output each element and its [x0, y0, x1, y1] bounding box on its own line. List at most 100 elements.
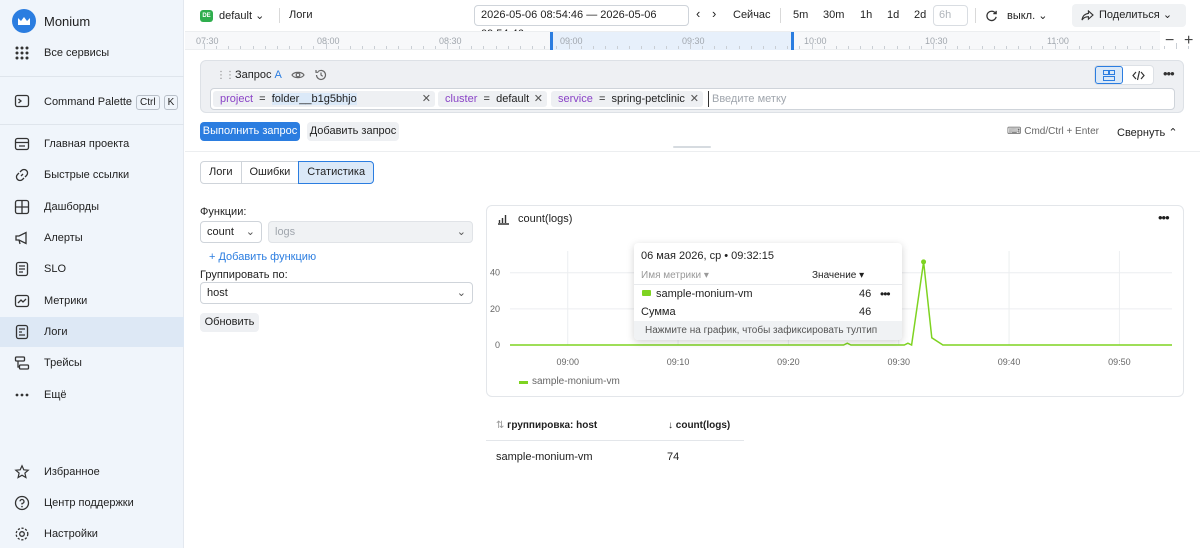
range-30m-button[interactable]: 30m: [823, 9, 844, 21]
chart-window-icon: [14, 294, 30, 308]
sidebar-item-favorites[interactable]: Избранное: [0, 457, 184, 487]
timeline-tick: [896, 46, 898, 49]
share-arrow-icon: [1081, 10, 1094, 21]
timeline-ruler[interactable]: 07:30 08:00 08:30 09:00 09:30 10:00 10:3…: [185, 31, 1190, 50]
brand-name: Monium: [44, 14, 91, 29]
sidebar-item-all-services[interactable]: Все сервисы: [0, 38, 184, 68]
group-by-select[interactable]: host ⌄: [200, 282, 473, 304]
environment-badge: DE: [200, 10, 213, 22]
zoom-in-icon[interactable]: +: [1184, 32, 1193, 50]
label-filter-bar[interactable]: project = folder__b1g5bhjo ✕ cluster = d…: [210, 88, 1175, 110]
sidebar-item-more[interactable]: Ещё: [0, 380, 184, 410]
tooltip-col-value[interactable]: Значение ▾: [812, 270, 864, 281]
more-icon[interactable]: •••: [880, 287, 891, 301]
close-icon[interactable]: ✕: [690, 91, 699, 107]
query-view-toggle: [1094, 65, 1154, 85]
more-icon[interactable]: •••: [1163, 66, 1175, 81]
sidebar-item-traces[interactable]: Трейсы: [0, 348, 184, 378]
close-icon[interactable]: ✕: [422, 91, 431, 107]
divider: [780, 8, 781, 23]
chevron-left-icon[interactable]: ‹: [696, 6, 700, 21]
code-icon[interactable]: [1132, 70, 1145, 81]
sidebar-item-label: Логи: [44, 326, 68, 338]
label-input[interactable]: Введите метку: [708, 91, 786, 107]
close-icon[interactable]: ✕: [534, 91, 543, 107]
sidebar-item-project-home[interactable]: Главная проекта: [0, 129, 184, 159]
sidebar-item-logs[interactable]: Логи: [0, 317, 184, 347]
sidebar-item-command-palette[interactable]: Command Palette Ctrl K: [0, 86, 184, 116]
help-circle-icon: [14, 495, 30, 511]
filter-chip[interactable]: cluster = default ✕: [438, 91, 547, 107]
function-select[interactable]: count ⌄: [200, 221, 262, 243]
timeline-tick: [847, 46, 849, 49]
sidebar-item-quick-links[interactable]: Быстрые ссылки: [0, 160, 184, 190]
eye-icon[interactable]: [291, 68, 305, 82]
timeline-tick: [228, 46, 230, 49]
refresh-icon[interactable]: [985, 9, 998, 22]
now-button[interactable]: Сейчас: [733, 9, 771, 21]
timeline-tick: [1115, 46, 1117, 49]
logs-icon: [15, 324, 29, 340]
timeline-tick: [993, 46, 995, 49]
sidebar-item-metrics[interactable]: Метрики: [0, 286, 184, 316]
tooltip-sum-value: 46: [859, 306, 872, 318]
table-header-group[interactable]: ⇅ группировка: host: [496, 420, 597, 431]
auto-refresh-select[interactable]: выкл. ⌄: [1007, 9, 1047, 22]
share-button[interactable]: Поделиться ⌄: [1072, 4, 1186, 27]
sort-icon: ⇅: [496, 420, 505, 431]
divider: [486, 440, 744, 441]
timeline-tick: [1103, 46, 1105, 49]
filter-chip[interactable]: project = folder__b1g5bhjo ✕: [213, 91, 435, 107]
collapse-button[interactable]: Свернуть ⌃: [1117, 126, 1178, 139]
sidebar-item-alerts[interactable]: Алерты: [0, 223, 184, 253]
tab-statistics[interactable]: Статистика: [298, 161, 375, 184]
history-icon[interactable]: [314, 68, 328, 82]
timeline-tick: [750, 46, 752, 49]
drag-handle-icon[interactable]: ⋮⋮: [216, 70, 235, 81]
tab-errors[interactable]: Ошибки: [240, 161, 300, 184]
range-1d-button[interactable]: 1d: [887, 9, 899, 21]
timeline-selection[interactable]: [551, 32, 793, 50]
timeline-tick: [872, 46, 874, 49]
timeline-handle-left[interactable]: [550, 32, 553, 50]
timeline-label: 10:00: [804, 36, 827, 46]
time-range-input[interactable]: 2026-05-06 08:54:46 — 2026-05-06 09:54:4…: [474, 5, 689, 40]
range-1h-button[interactable]: 1h: [860, 9, 872, 21]
tooltip-date: 06 мая 2026, ср • 09:32:15: [641, 250, 774, 262]
monium-logo-icon[interactable]: [12, 9, 36, 33]
caret-down-icon: ▾: [703, 270, 709, 281]
sidebar: Monium Все сервисы Command Palette Ctrl K …: [0, 0, 184, 548]
custom-range-input[interactable]: 6h: [933, 5, 968, 26]
x-tick-label: 09:40: [998, 357, 1021, 367]
sidebar-item-support[interactable]: Центр поддержки: [0, 488, 184, 518]
builder-mode-button[interactable]: [1095, 66, 1123, 84]
timeline-label: 09:00: [560, 36, 583, 46]
range-5m-button[interactable]: 5m: [793, 9, 808, 21]
timeline-tick: [1139, 46, 1141, 49]
add-query-button[interactable]: Добавить запрос: [307, 122, 399, 141]
tooltip-col-metric[interactable]: Имя метрики ▾: [641, 270, 709, 281]
timeline-tick: [641, 46, 643, 49]
range-2d-button[interactable]: 2d: [914, 9, 926, 21]
sidebar-item-settings[interactable]: Настройки: [0, 519, 184, 548]
table-header-count[interactable]: ↓ count(logs): [668, 420, 730, 431]
tab-logs[interactable]: Логи: [200, 161, 242, 184]
timeline-tick: [604, 46, 606, 49]
run-query-button[interactable]: Выполнить запрос: [200, 122, 300, 141]
timeline-tick: [835, 46, 837, 49]
zoom-out-icon[interactable]: −: [1165, 32, 1174, 50]
resize-handle[interactable]: [673, 146, 711, 148]
chevron-right-icon[interactable]: ›: [712, 6, 716, 21]
add-function-link[interactable]: + Добавить функцию: [209, 251, 316, 263]
filter-chip[interactable]: service = spring-petclinic ✕: [551, 91, 703, 107]
sidebar-item-label: Метрики: [44, 295, 88, 307]
tooltip-series-value: 46: [859, 288, 872, 300]
sidebar-item-slo[interactable]: SLO: [0, 254, 184, 284]
timeline-label: 07:30: [196, 36, 219, 46]
sidebar-item-dashboards[interactable]: Дашборды: [0, 192, 184, 222]
timeline-label: 08:30: [439, 36, 462, 46]
timeline-handle-right[interactable]: [791, 32, 794, 50]
legend-item[interactable]: sample-monium-vm: [532, 376, 620, 387]
project-selector[interactable]: default ⌄: [219, 9, 264, 22]
update-button[interactable]: Обновить: [200, 313, 259, 332]
